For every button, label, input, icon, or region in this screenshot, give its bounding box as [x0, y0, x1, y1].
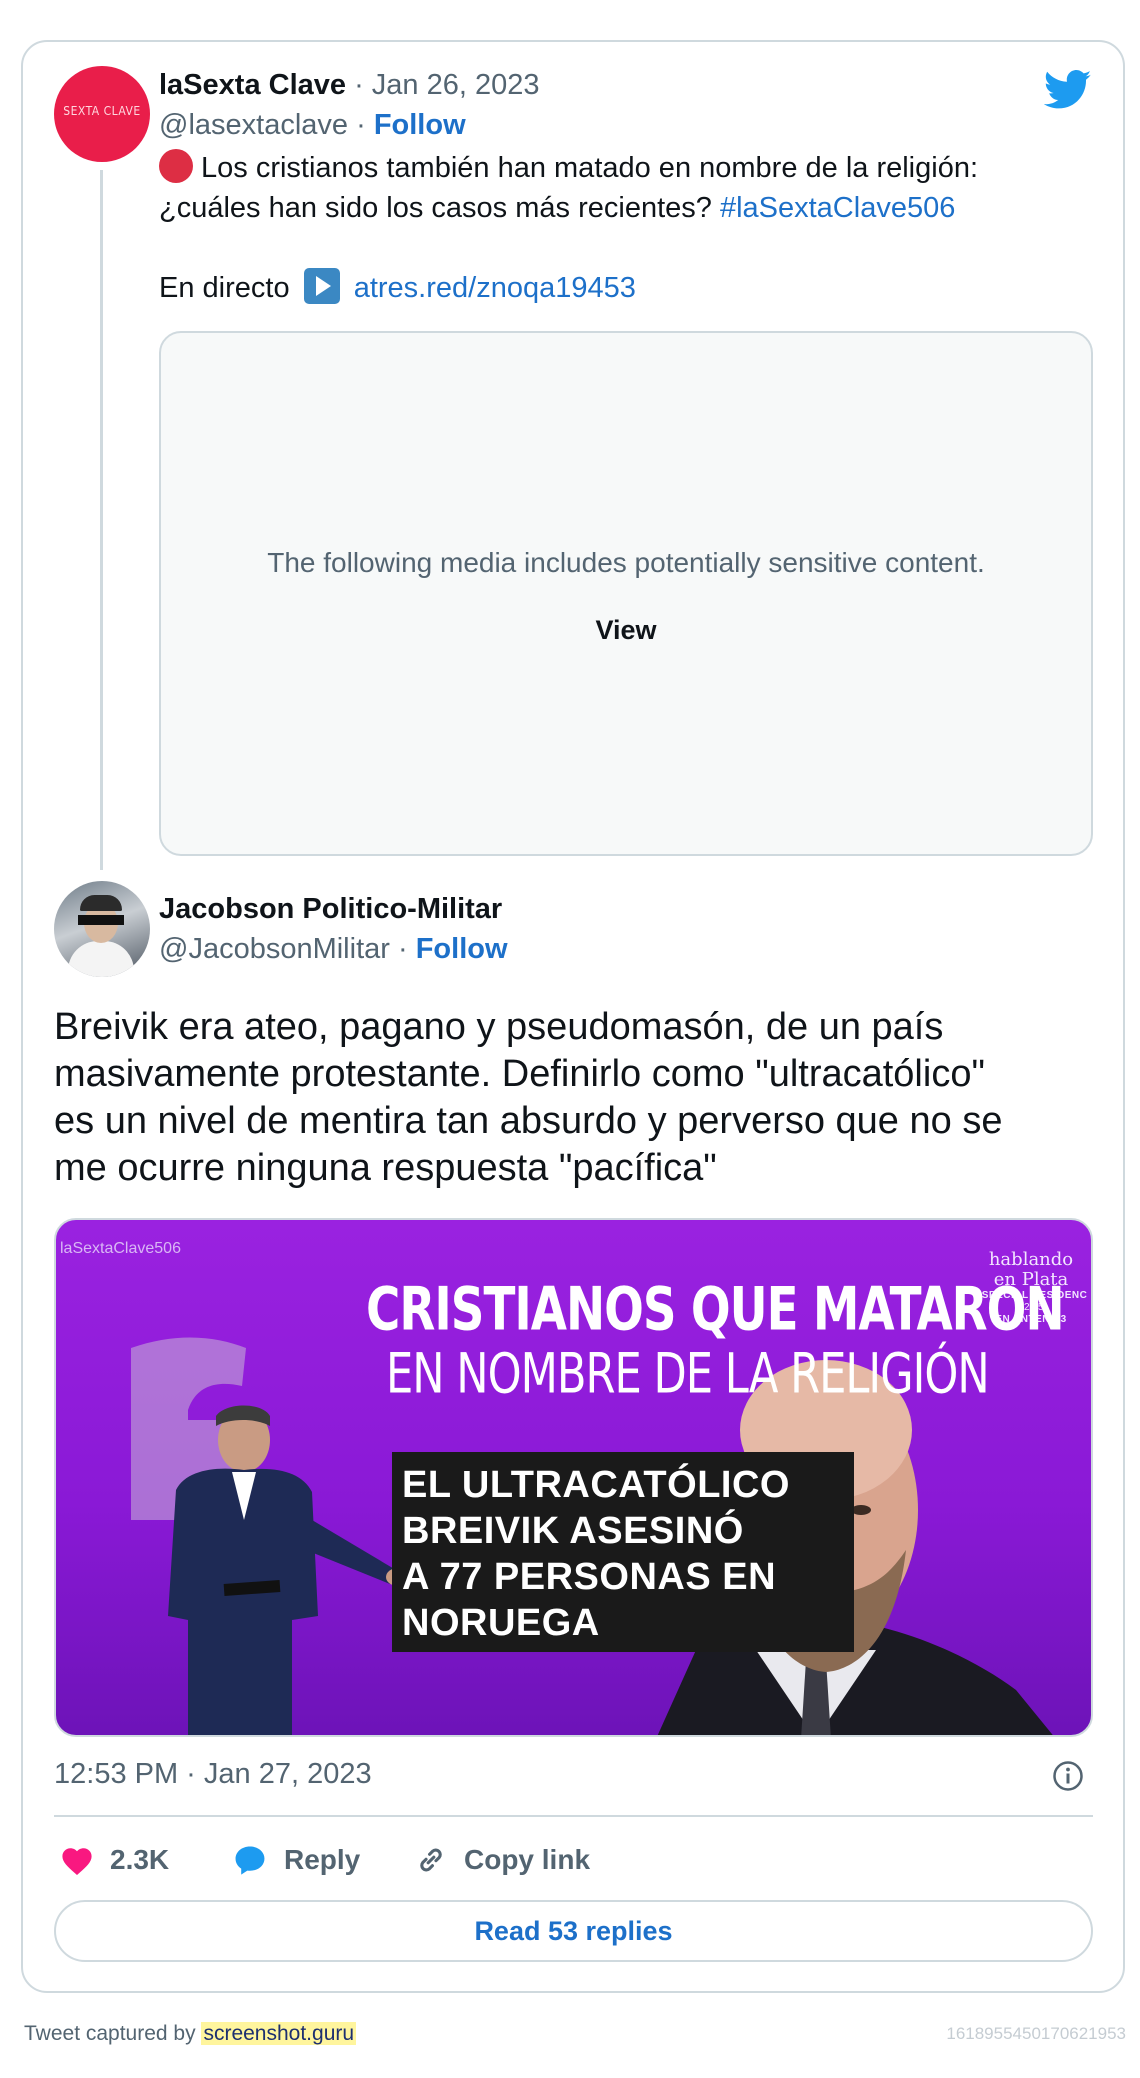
like-count: 2.3K — [110, 1844, 170, 1875]
hashtag-link[interactable]: #laSextaClave506 — [720, 192, 955, 224]
main-follow-button[interactable]: Follow — [416, 933, 508, 965]
quoted-text-line-2: ¿cuáles han sido los casos más recientes… — [159, 192, 712, 224]
media-caption-line: EL ULTRACATÓLICO — [402, 1464, 790, 1506]
main-handle[interactable]: @JacobsonMilitar — [159, 933, 390, 965]
main-tweet-text: Breivik era ateo, pagano y pseudomasón, … — [54, 1004, 1094, 1192]
live-label: En directo — [159, 272, 290, 304]
lasexta-avatar[interactable]: SEXTA CLAVE — [54, 66, 150, 162]
quoted-follow-button[interactable]: Follow — [374, 109, 466, 141]
media-caption-box: EL ULTRACATÓLICO BREIVIK ASESINÓ A 77 PE… — [392, 1452, 854, 1652]
sensitive-content-message: The following media includes potentially… — [267, 547, 985, 578]
main-author-name[interactable]: Jacobson Politico-Militar — [159, 893, 502, 925]
view-sensitive-button[interactable]: View — [595, 615, 656, 646]
tweet-timestamp[interactable]: 12:53 PM · Jan 27, 2023 — [54, 1758, 372, 1791]
main-text-line: es un nivel de mentira tan absurdo y per… — [54, 1100, 1003, 1142]
info-icon[interactable] — [1052, 1760, 1084, 1792]
thread-connector-line — [100, 170, 103, 870]
reply-label: Reply — [284, 1844, 361, 1875]
promo-line: hablando — [988, 1249, 1074, 1270]
like-button[interactable]: 2.3K — [60, 1836, 169, 1884]
media-caption-line: BREIVIK ASESINÓ — [402, 1510, 744, 1552]
heart-icon — [62, 1848, 92, 1876]
quoted-date[interactable]: Jan 26, 2023 — [372, 69, 540, 101]
twitter-bird-icon[interactable] — [1044, 70, 1092, 110]
copy-link-label: Copy link — [464, 1844, 591, 1875]
read-replies-button[interactable]: Read 53 replies — [54, 1900, 1093, 1962]
captured-by-text: Tweet captured by — [24, 2022, 196, 2045]
media-hashtag: laSextaClave506 — [60, 1240, 181, 1257]
atres-link[interactable]: atres.red/znoqa19453 — [354, 272, 636, 304]
quoted-text-line-1: Los cristianos también han matado en nom… — [201, 152, 979, 184]
media-headline-1: CRISTIANOS QUE MATARON — [366, 1275, 1065, 1345]
media-caption-line: NORUEGA — [402, 1602, 600, 1644]
sensitive-media-placeholder: The following media includes potentially… — [159, 331, 1093, 856]
tweet-id: 1618955450170621953 — [946, 2024, 1126, 2043]
media-headline-2: EN NOMBRE DE LA RELIGIÓN — [386, 1341, 990, 1407]
screenshot-guru-link[interactable]: screenshot.guru — [201, 2022, 357, 2045]
main-text-line: masivamente protestante. Definirlo como … — [54, 1053, 985, 1095]
reply-button[interactable]: Reply — [232, 1836, 360, 1884]
quoted-author-name[interactable]: laSexta Clave — [159, 69, 346, 101]
quoted-handle[interactable]: @lasextaclave — [159, 109, 348, 141]
play-button-icon — [303, 268, 340, 304]
capture-footer: Tweet captured by screenshot.guru — [24, 2022, 357, 2046]
red-circle-icon — [159, 149, 193, 183]
tweet-media-image[interactable]: laSextaClave506 hablando en Plata ESPECI… — [54, 1218, 1093, 1737]
avatar-logo-text: SEXTA CLAVE — [63, 104, 141, 118]
jacobson-avatar[interactable] — [54, 881, 150, 977]
tweet-actions: 2.3K Reply Copy link — [54, 1836, 1093, 1884]
reply-bubble-icon — [235, 1846, 265, 1875]
copy-link-button[interactable]: Copy link — [414, 1836, 590, 1884]
main-text-line: me ocurre ninguna respuesta "pacífica" — [54, 1147, 717, 1189]
main-text-line: Breivik era ateo, pagano y pseudomasón, … — [54, 1006, 944, 1048]
main-author-line: Jacobson Politico-Militar — [159, 892, 502, 926]
link-icon — [420, 1848, 442, 1872]
actions-divider — [54, 1815, 1093, 1817]
main-handle-line: @JacobsonMilitar · Follow — [159, 933, 508, 965]
quoted-tweet-text: Los cristianos también han matado en nom… — [159, 148, 1099, 308]
media-caption-line: A 77 PERSONAS EN — [402, 1556, 777, 1598]
quoted-author-line: laSexta Clave · Jan 26, 2023 — [159, 69, 540, 101]
quoted-handle-line: @lasextaclave · Follow — [159, 109, 466, 141]
